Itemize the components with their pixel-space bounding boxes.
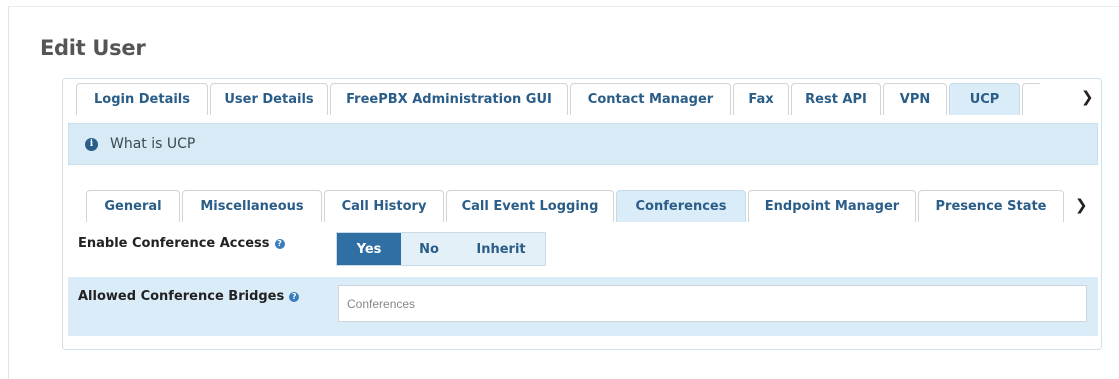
sub-tabs-scroll-right-icon[interactable]: ❯ bbox=[1075, 196, 1088, 214]
subtab-miscellaneous[interactable]: Miscellaneous bbox=[182, 190, 322, 222]
conferences-select-input[interactable] bbox=[338, 285, 1087, 322]
tab-rest-api[interactable]: Rest API bbox=[791, 83, 881, 115]
subtab-call-event-logging[interactable]: Call Event Logging bbox=[446, 190, 614, 222]
tab-fax[interactable]: Fax bbox=[733, 83, 789, 115]
tab-label: UCP bbox=[969, 92, 1000, 107]
tab-label: FreePBX Administration GUI bbox=[346, 92, 552, 107]
info-circle-icon: i bbox=[85, 137, 98, 151]
tab-label: Rest API bbox=[805, 92, 867, 107]
tab-login-details[interactable]: Login Details bbox=[76, 83, 208, 115]
sub-tabs: General Miscellaneous Call History Call … bbox=[86, 190, 1066, 222]
tab-label: Call Event Logging bbox=[461, 199, 599, 214]
tab-label: Presence State bbox=[935, 199, 1047, 214]
subtab-call-history[interactable]: Call History bbox=[324, 190, 444, 222]
tab-label: Miscellaneous bbox=[200, 199, 304, 214]
help-question-icon[interactable]: ? bbox=[289, 291, 300, 302]
info-bar[interactable]: i What is UCP bbox=[68, 123, 1098, 165]
top-tabs: Login Details User Details FreePBX Admin… bbox=[76, 83, 1042, 115]
tab-label: VPN bbox=[899, 92, 931, 107]
tab-ucp[interactable]: UCP bbox=[949, 83, 1020, 115]
inherit-option-button[interactable]: Inherit bbox=[457, 233, 545, 265]
no-option-button[interactable]: No bbox=[401, 233, 457, 265]
enable-conference-access-row: Enable Conference Access? Yes No Inherit bbox=[68, 222, 1098, 277]
tab-label: Login Details bbox=[93, 92, 190, 107]
option-label: Yes bbox=[356, 241, 382, 257]
tab-label: Call History bbox=[341, 199, 427, 214]
subtab-presence-state[interactable]: Presence State bbox=[918, 190, 1064, 222]
subtab-conferences[interactable]: Conferences bbox=[616, 190, 746, 222]
top-tabs-scroll-right-icon[interactable]: ❯ bbox=[1081, 88, 1094, 106]
option-label: No bbox=[419, 241, 439, 257]
enable-conference-access-label: Enable Conference Access? bbox=[78, 236, 285, 251]
tab-freepbx-administration-gui[interactable]: FreePBX Administration GUI bbox=[330, 83, 568, 115]
field-label-text: Allowed Conference Bridges bbox=[78, 289, 285, 304]
info-bar-text: What is UCP bbox=[110, 136, 196, 152]
tab-vpn[interactable]: VPN bbox=[883, 83, 947, 115]
allowed-conference-bridges-row: Allowed Conference Bridges? bbox=[68, 277, 1098, 336]
tab-overflow-partial bbox=[1022, 83, 1040, 115]
tab-label: User Details bbox=[224, 92, 314, 107]
tab-label: Contact Manager bbox=[587, 92, 714, 107]
help-question-icon[interactable]: ? bbox=[274, 238, 285, 249]
tab-contact-manager[interactable]: Contact Manager bbox=[570, 83, 731, 115]
yes-option-button[interactable]: Yes bbox=[337, 233, 401, 265]
field-label-text: Enable Conference Access bbox=[78, 236, 270, 251]
option-label: Inherit bbox=[476, 241, 526, 257]
tab-label: Endpoint Manager bbox=[764, 199, 900, 214]
tab-label: General bbox=[104, 199, 162, 214]
subtab-endpoint-manager[interactable]: Endpoint Manager bbox=[748, 190, 916, 222]
allowed-conference-bridges-label: Allowed Conference Bridges? bbox=[78, 289, 300, 304]
enable-conference-access-toggle: Yes No Inherit bbox=[336, 232, 546, 266]
subtab-general[interactable]: General bbox=[86, 190, 180, 222]
tab-user-details[interactable]: User Details bbox=[210, 83, 328, 115]
tab-label: Fax bbox=[748, 92, 774, 107]
page-title: Edit User bbox=[40, 36, 146, 60]
tab-label: Conferences bbox=[635, 199, 727, 214]
